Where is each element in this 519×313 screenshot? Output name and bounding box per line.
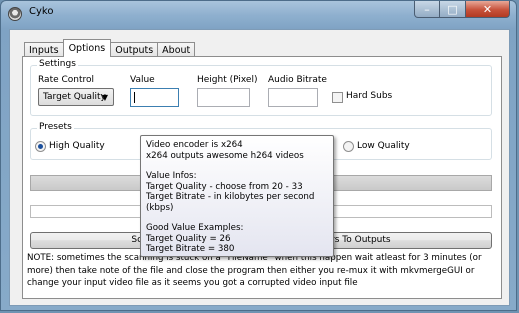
tab-options[interactable]: Options [62,39,112,57]
value-input[interactable] [130,88,179,107]
chevron-down-icon: ▼ [101,93,108,102]
tooltip-line: Target Quality - choose from 20 - 33 [146,181,303,192]
text-caret [134,92,135,103]
title-bar[interactable]: Cyko – □ ✕ [1,1,516,25]
rate-control-label: Rate Control [38,75,95,85]
note-text: NOTE: sometimes the scanning is stuck on… [27,253,482,288]
hard-subs-checkbox[interactable] [332,92,343,103]
audio-bitrate-label: Audio Bitrate [268,75,327,85]
tooltip-gap [146,213,328,223]
height-label: Height (Pixel) [197,75,258,85]
rate-control-value: Target Quality [43,92,106,102]
client-area: Inputs Options Outputs About Settings Ra… [9,29,510,306]
tooltip-line: Value Infos: [146,171,197,181]
tab-strip: Inputs Options Outputs About [24,39,196,57]
settings-group-label: Settings [37,59,78,69]
maximize-button[interactable]: □ [440,1,466,18]
value-label: Value [130,75,155,85]
close-button[interactable]: ✕ [466,1,510,18]
tab-about[interactable]: About [157,42,196,57]
tab-inputs[interactable]: Inputs [24,42,64,57]
tooltip-line: x264 outputs awesome h264 videos [146,150,304,161]
app-window: Cyko – □ ✕ Inputs Options Outputs About … [0,0,517,311]
minimize-button[interactable]: – [414,1,440,18]
app-icon[interactable] [8,7,22,21]
tooltip-line: Video encoder is x264 [146,140,243,150]
value-tooltip: Video encoder is x264 x264 outputs aweso… [140,135,334,257]
tooltip-gap [146,161,328,171]
tooltip-line: Target Quality = 26 [146,233,231,244]
tab-outputs[interactable]: Outputs [110,42,159,57]
hard-subs-label: Hard Subs [346,91,393,101]
high-quality-radio[interactable] [35,141,46,152]
maximize-icon: □ [447,2,458,16]
close-icon: ✕ [482,2,493,16]
rate-control-dropdown[interactable]: Target Quality ▼ [38,88,114,106]
tooltip-line: Target Bitrate = 380 [146,244,235,254]
low-quality-radio[interactable] [343,141,354,152]
window-title: Cyko [29,6,54,17]
caption-buttons: – □ ✕ [414,1,510,19]
height-input[interactable] [197,88,250,107]
low-quality-label: Low Quality [357,141,410,151]
tooltip-line: Good Value Examples: [146,223,244,233]
presets-group-label: Presets [37,122,74,132]
high-quality-label: High Quality [49,141,105,151]
audio-bitrate-input[interactable] [268,88,318,107]
minimize-icon: – [424,2,430,16]
tooltip-line: Target Bitrate - in kilobytes per second… [146,192,315,213]
